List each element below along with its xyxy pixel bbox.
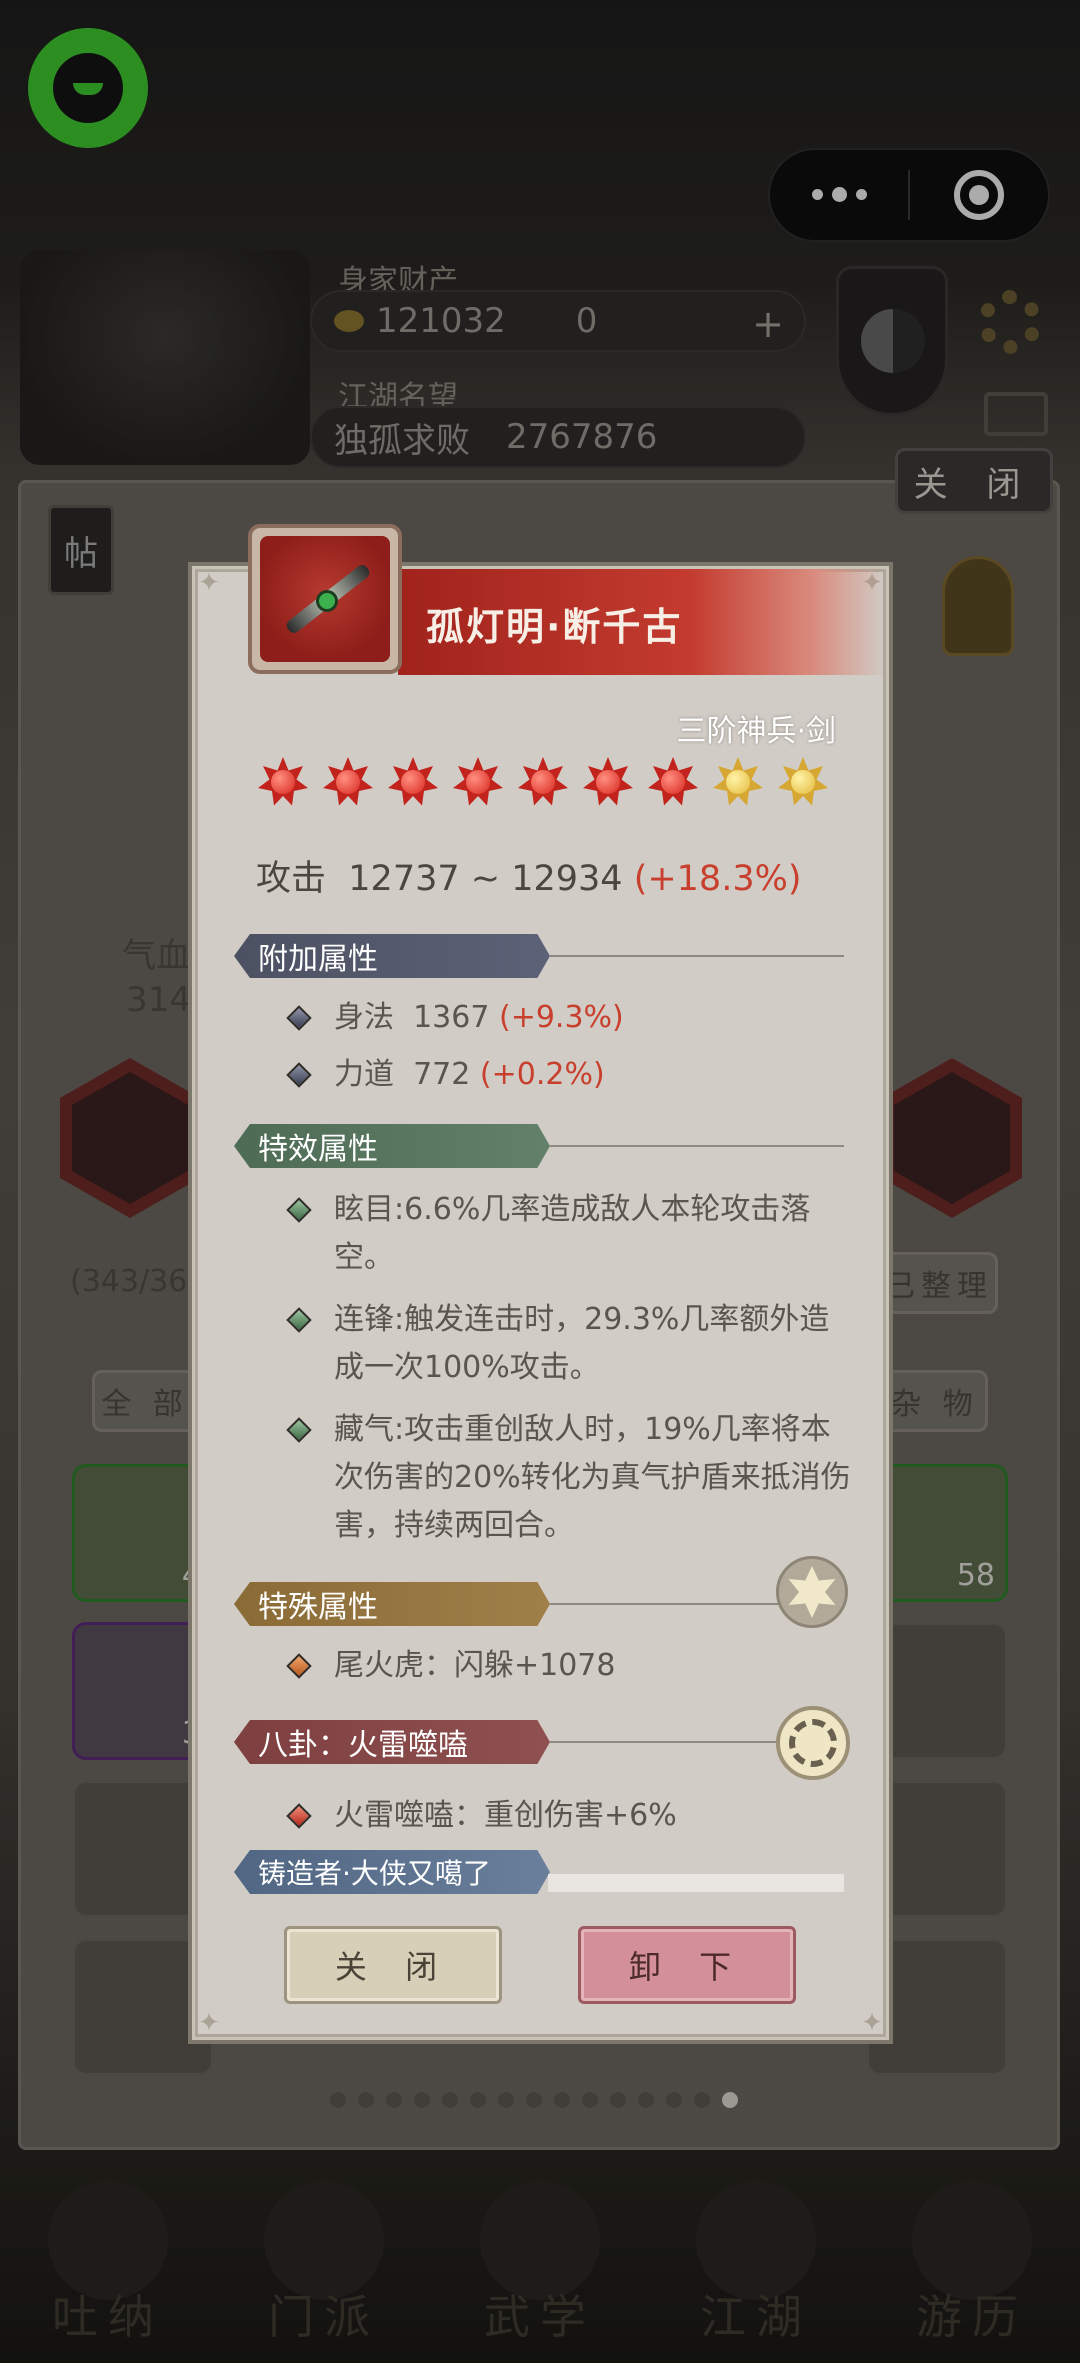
star-icon — [713, 757, 763, 807]
forger-bar — [548, 1874, 844, 1892]
section-bagua: 八卦：火雷噬嗑 — [234, 1720, 550, 1764]
effect-row: 藏气:攻击重创敌人时，19%几率将本次伤害的20%转化为真气护盾来抵消伤害，持续… — [286, 1406, 854, 1550]
item-type: 三阶神兵·剑 — [676, 714, 836, 749]
attack-value: 12737 ~ 12934 — [348, 859, 623, 899]
item-icon-frame — [248, 524, 402, 674]
diamond-icon — [286, 1417, 312, 1443]
bagua-row: 火雷噬嗑：重创伤害+6% — [286, 1792, 677, 1840]
extra-value: 772 — [413, 1057, 471, 1092]
extra-label: 身法 — [334, 1000, 394, 1035]
extra-attribute-row: 力道 772 (+0.2%) — [286, 1051, 605, 1099]
effect-text: 眩目:6.6%几率造成敌人本轮攻击落空。 — [334, 1192, 811, 1275]
attack-bonus: (+18.3%) — [633, 859, 802, 899]
diamond-icon — [286, 1307, 312, 1333]
star-icon — [258, 757, 308, 807]
item-title: 孤灯明·断千古 — [426, 605, 683, 649]
bagua-icon — [776, 1706, 850, 1780]
special-text: 尾火虎：闪躲+1078 — [334, 1648, 616, 1683]
diamond-icon — [286, 1062, 312, 1088]
effect-text: 连锋:触发连击时，29.3%几率额外造成一次100%攻击。 — [334, 1302, 830, 1385]
star-icon — [388, 757, 438, 807]
star-icon — [778, 757, 828, 807]
section-effect-attributes: 特效属性 — [234, 1124, 550, 1168]
star-icon — [453, 757, 503, 807]
star-badge-icon — [776, 1556, 848, 1628]
forger-label: 铸造者·大侠又噶了 — [234, 1850, 550, 1894]
effect-row: 连锋:触发连击时，29.3%几率额外造成一次100%攻击。 — [286, 1296, 854, 1392]
star-icon — [583, 757, 633, 807]
diamond-icon — [286, 1197, 312, 1223]
diamond-icon — [286, 1653, 312, 1679]
section-special-attributes: 特殊属性 — [234, 1582, 550, 1626]
extra-value: 1367 — [413, 1000, 490, 1035]
star-rating — [258, 757, 828, 807]
star-icon — [323, 757, 373, 807]
star-icon — [518, 757, 568, 807]
section-extra-attributes: 附加属性 — [234, 934, 550, 978]
close-button[interactable]: 关 闭 — [284, 1926, 502, 2004]
attack-stat: 攻击 12737 ~ 12934 (+18.3%) — [256, 850, 802, 901]
sword-icon — [260, 536, 390, 662]
extra-bonus: (+0.2%) — [479, 1057, 605, 1092]
extra-label: 力道 — [334, 1057, 394, 1092]
extra-bonus: (+9.3%) — [498, 1000, 624, 1035]
extra-attribute-row: 身法 1367 (+9.3%) — [286, 994, 624, 1042]
special-row: 尾火虎：闪躲+1078 — [286, 1642, 616, 1690]
bagua-text: 火雷噬嗑：重创伤害+6% — [334, 1798, 677, 1833]
attack-label: 攻击 — [256, 859, 327, 899]
diamond-icon — [286, 1005, 312, 1031]
diamond-icon — [286, 1803, 312, 1829]
unequip-button[interactable]: 卸 下 — [578, 1926, 796, 2004]
effect-row: 眩目:6.6%几率造成敌人本轮攻击落空。 — [286, 1186, 854, 1282]
star-icon — [648, 757, 698, 807]
effect-text: 藏气:攻击重创敌人时，19%几率将本次伤害的20%转化为真气护盾来抵消伤害，持续… — [334, 1412, 851, 1543]
